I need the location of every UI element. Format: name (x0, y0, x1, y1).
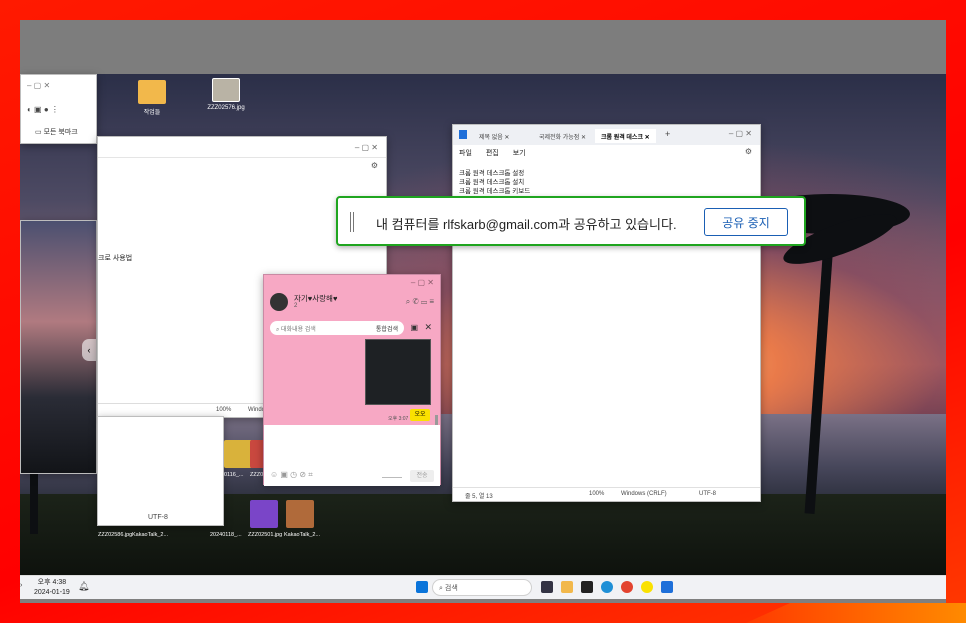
kakaotalk-icon[interactable] (641, 581, 653, 593)
chat-input-area[interactable]: ☺ ▣ ◷ ⊘ ⌗ 전송 (264, 425, 440, 486)
browser-toolbar-icons[interactable]: ◐ ▣ ● ⋮ (27, 105, 59, 114)
folder-icon (138, 80, 166, 104)
chevron-left-icon[interactable]: ‹ (82, 339, 96, 361)
camera-icon[interactable]: ▣ (410, 323, 418, 332)
file-explorer-icon[interactable] (561, 581, 573, 593)
tab-bar: 제목 없음 ✕ 국제전화 가능점 ✕ 크롬 원격 데스크 ✕ + – ▢ ✕ (453, 125, 760, 145)
edge-icon[interactable] (601, 581, 613, 593)
chat-toolbar-icons[interactable]: ⌕ ✆ ▭ ≡ (406, 297, 434, 307)
kakaotalk-chat-window: – ▢ ✕ 자기♥사랑해♥ 2 ⌕ ✆ ▭ ≡ ⌕ 대화내용 검색 통합검색 ▣… (263, 274, 441, 486)
app-icon[interactable] (581, 581, 593, 593)
remote-screen: 작업들 ZZZ02576.jpg – ▢ ✕ ◐ ▣ ● ⋮ ▭ 모든 북마크 … (20, 20, 946, 603)
stop-sharing-button[interactable]: 공유 중지 (704, 208, 788, 236)
task-view-icon[interactable] (541, 581, 553, 593)
image-thumbnail[interactable] (224, 440, 252, 468)
screen-sharing-banner: 내 컴퓨터를 rlfskarb@gmail.com과 공유하고 있습니다. 공유… (336, 196, 806, 246)
browser-window: – ▢ ✕ ◐ ▣ ● ⋮ ▭ 모든 북마크 (20, 74, 97, 144)
chat-bubble: 오오 (410, 409, 430, 421)
gear-icon[interactable]: ⚙ (371, 161, 378, 170)
clock[interactable]: 오후 4:38 2024-01-19 (34, 578, 70, 598)
tab-international[interactable]: 국제전화 가능점 ✕ (533, 129, 592, 143)
chrome-icon[interactable] (621, 581, 633, 593)
text-line: 크롬 원격 데스크톱 키보드 (459, 188, 531, 195)
taskbar: 오후 4:38 2024-01-19 › 🔔︎ ⌕ 검색 (20, 575, 946, 599)
tab-untitled[interactable]: 제목 없음 ✕ (473, 129, 515, 143)
bell-icon[interactable]: 🔔︎ (78, 581, 89, 592)
search-all-button[interactable]: 통합검색 (376, 324, 398, 333)
new-tab-button[interactable]: + (665, 129, 670, 139)
tab-chrome-remote[interactable]: 크롬 원격 데스크 ✕ (595, 129, 656, 143)
window-controls[interactable]: – ▢ ✕ (355, 143, 378, 152)
divider (98, 157, 386, 158)
notepad-icon (459, 130, 467, 139)
window-controls[interactable]: – ▢ ✕ (27, 81, 50, 90)
chat-title: 자기♥사랑해♥ (294, 294, 338, 303)
chat-search-input[interactable]: ⌕ 대화내용 검색 통합검색 (270, 321, 404, 335)
photo-viewer-window: ‹ (20, 220, 97, 474)
chat-image-message[interactable] (365, 339, 431, 405)
desktop-icon-folder[interactable]: 작업들 (132, 80, 172, 116)
image-thumbnail[interactable] (286, 500, 314, 528)
sharing-message: 내 컴퓨터를 rlfskarb@gmail.com과 공유하고 있습니다. (376, 217, 677, 232)
chevron-icon[interactable]: › (20, 582, 22, 589)
menu-bar: 파일 편집 보기 (459, 148, 526, 158)
notepad-icon[interactable] (661, 581, 673, 593)
text-line: 크로 사용법 (98, 255, 133, 262)
menu-view[interactable]: 보기 (513, 150, 526, 157)
image-thumbnail[interactable] (250, 500, 278, 528)
notepad-window-right: 제목 없음 ✕ 국제전화 가능점 ✕ 크롬 원격 데스크 ✕ + – ▢ ✕ 파… (452, 124, 761, 502)
menu-edit[interactable]: 편집 (486, 150, 499, 157)
window-controls[interactable]: – ▢ ✕ (411, 278, 434, 287)
file-explorer-window: UTF-8 (97, 416, 224, 526)
windows-start-icon[interactable] (416, 581, 428, 593)
send-button[interactable]: 전송 (410, 470, 434, 482)
avatar[interactable] (270, 293, 288, 311)
close-icon[interactable]: ✕ (424, 322, 432, 333)
taskbar-search-input[interactable]: ⌕ 검색 (432, 579, 532, 596)
member-count: 2 (294, 303, 298, 309)
window-controls[interactable]: – ▢ ✕ (729, 129, 752, 138)
image-file-icon (212, 78, 240, 102)
remote-top-bar (20, 20, 946, 74)
status-bar: 줄 5, 열 13 100% Windows (CRLF) UTF-8 (453, 487, 760, 501)
drag-handle-icon[interactable] (350, 212, 354, 232)
bookmarks-bar[interactable]: ▭ 모든 북마크 (35, 127, 78, 137)
chat-input-icons[interactable]: ☺ ▣ ◷ ⊘ ⌗ (270, 470, 313, 480)
menu-file[interactable]: 파일 (459, 150, 472, 157)
folder-icon: ▭ (35, 129, 44, 136)
desktop-icon-image[interactable]: ZZZ02576.jpg (206, 78, 246, 111)
gear-icon[interactable]: ⚙ (745, 147, 752, 156)
slider[interactable] (382, 477, 402, 478)
